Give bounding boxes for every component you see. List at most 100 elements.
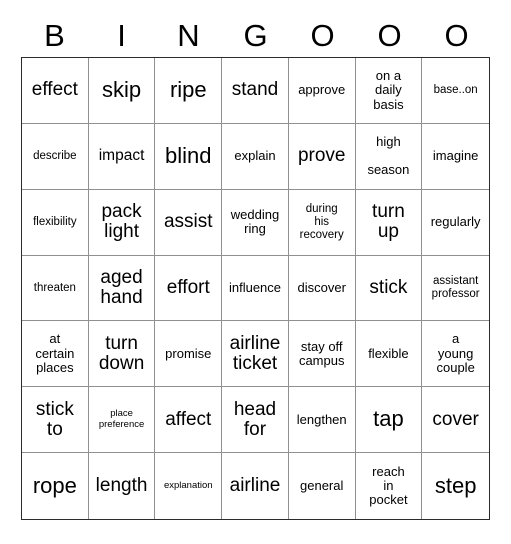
bingo-cell-r0-c6[interactable]: base..on bbox=[422, 58, 489, 124]
bingo-cell-r6-c6[interactable]: step bbox=[422, 453, 489, 519]
bingo-cell-r3-c1[interactable]: aged hand bbox=[88, 255, 156, 322]
bingo-cell-r5-c2[interactable]: affect bbox=[155, 387, 223, 454]
bingo-cell-label: impact bbox=[98, 146, 145, 164]
bingo-cell-r1-c3[interactable]: explain bbox=[222, 123, 289, 190]
bingo-cell-r6-c4[interactable]: general bbox=[288, 453, 356, 519]
bingo-cell-r0-c1[interactable]: skip bbox=[88, 58, 156, 124]
bingo-cell-r4-c2[interactable]: promise bbox=[155, 321, 223, 388]
bingo-header-letter-0: B bbox=[44, 17, 65, 53]
bingo-header-letter-1: I bbox=[117, 17, 126, 53]
bingo-cell-label: blind bbox=[165, 142, 212, 168]
bingo-cell-label: a young couple bbox=[436, 331, 475, 375]
bingo-cell-label: influence bbox=[228, 279, 282, 295]
bingo-cell-label: effect bbox=[31, 79, 78, 101]
bingo-cell-r3-c0[interactable]: threaten bbox=[22, 255, 89, 322]
bingo-cell-r6-c0[interactable]: rope bbox=[22, 453, 89, 519]
bingo-cell-label: aged hand bbox=[100, 266, 143, 308]
bingo-cell-r0-c5[interactable]: on a daily basis bbox=[355, 58, 423, 124]
bingo-cell-r2-c6[interactable]: regularly bbox=[422, 189, 489, 256]
bingo-cell-label: imagine bbox=[432, 148, 479, 164]
bingo-cell-label: on a daily basis bbox=[373, 67, 404, 112]
bingo-cell-label: skip bbox=[102, 76, 142, 102]
bingo-cell-label: flexibility bbox=[33, 215, 77, 228]
bingo-cell-label: explain bbox=[234, 148, 276, 164]
bingo-cell-label: base..on bbox=[433, 83, 478, 96]
bingo-cell-r1-c6[interactable]: imagine bbox=[422, 123, 489, 190]
bingo-cell-r4-c6[interactable]: a young couple bbox=[422, 321, 489, 388]
bingo-cell-label: general bbox=[300, 477, 344, 493]
bingo-grid: effect skip ripe stand approve on a daily bas… bbox=[21, 57, 490, 520]
bingo-cell-r1-c1[interactable]: impact bbox=[88, 123, 156, 190]
bingo-cell-label: assist bbox=[163, 211, 213, 233]
bingo-cell-r2-c3[interactable]: wedding ring bbox=[222, 189, 289, 256]
bingo-header-letter-4: O bbox=[310, 17, 335, 53]
bingo-cell-r0-c2[interactable]: ripe bbox=[155, 58, 223, 124]
bingo-cell-label: stand bbox=[231, 79, 279, 101]
bingo-cell-label: pack light bbox=[101, 201, 142, 243]
bingo-cell-label: wedding ring bbox=[230, 206, 280, 237]
bingo-cell-label: reach in pocket bbox=[369, 463, 408, 508]
bingo-cell-r3-c5[interactable]: stick bbox=[355, 255, 423, 322]
bingo-cell-r4-c5[interactable]: flexible bbox=[355, 321, 423, 388]
bingo-cell-r5-c1[interactable]: place preference bbox=[88, 387, 156, 454]
bingo-cell-r6-c2[interactable]: explanation bbox=[155, 453, 223, 519]
bingo-cell-label: approve bbox=[298, 82, 346, 98]
bingo-cell-label: step bbox=[434, 472, 477, 498]
bingo-cell-label: threaten bbox=[33, 281, 76, 294]
bingo-header-letter-5: O bbox=[377, 17, 402, 53]
bingo-cell-label: length bbox=[95, 475, 148, 496]
bingo-cell-r5-c3[interactable]: head for bbox=[222, 387, 289, 454]
bingo-cell-label: rope bbox=[32, 472, 77, 498]
bingo-cell-r5-c6[interactable]: cover bbox=[422, 387, 489, 454]
bingo-header-letters: BINGOOO bbox=[21, 14, 490, 56]
bingo-cell-r0-c0[interactable]: effect bbox=[22, 58, 89, 124]
bingo-card: B I N G O O O effect skip ripe stand approve on a d… bbox=[0, 0, 511, 544]
bingo-cell-label: discover bbox=[297, 279, 346, 295]
bingo-cell-r4-c4[interactable]: stay off campus bbox=[288, 321, 356, 388]
bingo-cell-label: cover bbox=[432, 408, 479, 430]
bingo-cell-r1-c2[interactable]: blind bbox=[155, 123, 223, 190]
bingo-cell-r1-c0[interactable]: describe bbox=[22, 123, 89, 190]
bingo-cell-r4-c3[interactable]: airline ticket bbox=[222, 321, 289, 388]
bingo-cell-r6-c3[interactable]: airline bbox=[222, 453, 289, 519]
bingo-cell-label: stick bbox=[369, 276, 408, 298]
bingo-cell-r2-c1[interactable]: pack light bbox=[88, 189, 156, 256]
bingo-cell-r4-c0[interactable]: at certain places bbox=[22, 321, 89, 388]
bingo-cell-label: lengthen bbox=[296, 411, 347, 427]
bingo-header-letter-2: N bbox=[177, 17, 200, 53]
bingo-cell-r5-c5[interactable]: tap bbox=[355, 387, 423, 454]
bingo-cell-label: stick to bbox=[35, 398, 74, 440]
bingo-cell-label: turn down bbox=[98, 332, 145, 374]
bingo-cell-r4-c1[interactable]: turn down bbox=[88, 321, 156, 388]
bingo-cell-label: prove bbox=[297, 145, 346, 167]
bingo-cell-label: place preference bbox=[98, 408, 145, 430]
bingo-cell-label: affect bbox=[165, 408, 212, 430]
bingo-cell-r3-c6[interactable]: assistant professor bbox=[422, 255, 489, 322]
bingo-cell-label: flexible bbox=[368, 345, 409, 361]
bingo-cell-label: at certain places bbox=[35, 331, 75, 375]
bingo-cell-r3-c2[interactable]: effort bbox=[155, 255, 223, 322]
bingo-cell-r5-c4[interactable]: lengthen bbox=[288, 387, 356, 454]
bingo-cell-r0-c3[interactable]: stand bbox=[222, 58, 289, 124]
bingo-cell-label: airline bbox=[229, 475, 281, 496]
bingo-cell-r3-c3[interactable]: influence bbox=[222, 255, 289, 322]
bingo-cell-r1-c5[interactable]: high season bbox=[355, 123, 423, 190]
bingo-cell-label: explanation bbox=[163, 479, 213, 491]
bingo-header-letter-6: O bbox=[444, 17, 469, 53]
bingo-header-letter-3: G bbox=[243, 17, 268, 53]
bingo-cell-r1-c4[interactable]: prove bbox=[288, 123, 356, 190]
bingo-cell-r2-c4[interactable]: during his recovery bbox=[288, 189, 356, 256]
bingo-cell-r6-c5[interactable]: reach in pocket bbox=[355, 453, 423, 519]
bingo-cell-label: head for bbox=[233, 398, 277, 440]
bingo-cell-label: turn up bbox=[372, 201, 405, 243]
bingo-cell-r3-c4[interactable]: discover bbox=[288, 255, 356, 322]
bingo-cell-r2-c2[interactable]: assist bbox=[155, 189, 223, 256]
bingo-cell-label: airline ticket bbox=[229, 332, 281, 374]
bingo-cell-r2-c5[interactable]: turn up bbox=[355, 189, 423, 256]
bingo-cell-label: ripe bbox=[169, 76, 207, 102]
bingo-cell-r6-c1[interactable]: length bbox=[88, 453, 156, 519]
bingo-cell-r2-c0[interactable]: flexibility bbox=[22, 189, 89, 256]
bingo-cell-label: high season bbox=[367, 133, 410, 178]
bingo-cell-r5-c0[interactable]: stick to bbox=[22, 387, 89, 454]
bingo-cell-r0-c4[interactable]: approve bbox=[288, 58, 356, 124]
